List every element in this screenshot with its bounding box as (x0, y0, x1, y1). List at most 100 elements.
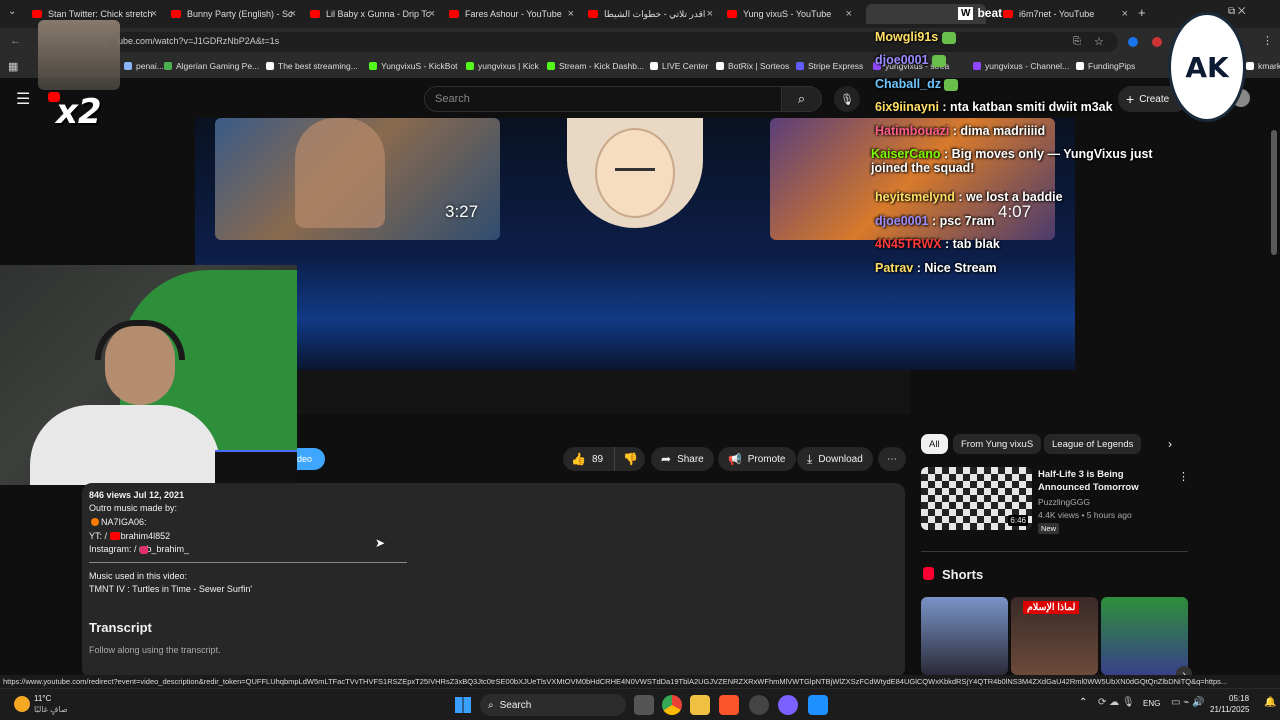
bookmark-item[interactable]: penai... (124, 61, 164, 71)
subscribe-button-fragment[interactable]: deo (297, 448, 325, 470)
browser-tab[interactable]: اقدر تلاتي - خطوات الشيطا × (588, 4, 713, 24)
close-tab-icon[interactable]: × (1122, 8, 1128, 20)
bookmark-item[interactable]: LIVE Center (650, 61, 708, 71)
bookmark-item[interactable]: kmarks (1246, 61, 1280, 71)
tray-chevron-icon[interactable]: ⌃ (1079, 697, 1087, 708)
dislike-button[interactable]: 👎 (615, 452, 638, 466)
share-button[interactable]: ➦ Share (651, 447, 714, 471)
bookmark-favicon-icon (124, 62, 132, 70)
youtube-favicon-icon (32, 10, 42, 18)
tab-label: Bunny Party (English) - Sc (187, 9, 293, 19)
chat-username: Mowgli91s (875, 30, 939, 44)
clock-time[interactable]: 05:18 (1229, 694, 1249, 703)
hamburger-menu-icon[interactable]: ☰ (16, 89, 30, 109)
task-view-icon[interactable] (634, 695, 654, 715)
chip-next-chevron-icon[interactable]: › (1168, 437, 1172, 451)
close-tab-icon[interactable]: × (707, 8, 713, 20)
chip-all[interactable]: All (921, 434, 948, 454)
bookmark-item[interactable]: The best streaming... (266, 61, 358, 71)
scrollbar-thumb[interactable] (1271, 130, 1277, 255)
apps-grid-icon[interactable]: ▦ (8, 60, 18, 73)
bookmark-favicon-icon (547, 62, 555, 70)
chat-text: nta katban smiti dwiit m3ak (950, 100, 1113, 114)
recommendation-title[interactable]: Half-Life 3 is Being Announced Tomorrow (1038, 468, 1174, 494)
like-button[interactable]: 👍 89 (563, 447, 615, 471)
bookmark-item[interactable]: Algerian Gaming Pe... (164, 61, 259, 71)
beat-tag: W beat (958, 6, 1002, 20)
bookmark-favicon-icon (266, 62, 274, 70)
search-button[interactable]: ⌕ (782, 86, 822, 112)
bookmark-item[interactable]: BotRix | Sorteos (716, 61, 789, 71)
short-thumbnail[interactable] (1101, 597, 1188, 675)
shorts-icon (923, 567, 934, 580)
chat-message: 4N45TRWX : tab blak (875, 237, 1000, 251)
bookmark-item[interactable]: Stream - Kick Dashb... (547, 61, 644, 71)
language-indicator[interactable]: ENG (1143, 699, 1160, 708)
close-tab-icon[interactable]: × (568, 8, 574, 20)
tab-label: Fares Ashour - YouTube (465, 9, 562, 19)
network-volume-icons[interactable]: ▭ ⌁ 🔊 (1171, 697, 1204, 708)
bookmark-item[interactable]: Stripe Express (796, 61, 863, 71)
description-line: Outro music made by: (89, 503, 178, 513)
discord-icon[interactable] (778, 695, 798, 715)
endscreen-channel-avatar[interactable] (567, 118, 703, 228)
app-icon[interactable] (808, 695, 828, 715)
search-icon: ⌕ (488, 699, 494, 711)
youtube-favicon-icon (310, 10, 320, 18)
obs-icon[interactable] (749, 695, 769, 715)
close-tab-icon[interactable]: × (429, 8, 435, 20)
recommendation-menu-icon[interactable]: ⋮ (1178, 470, 1189, 483)
new-tab-button[interactable]: + (1138, 5, 1146, 20)
extension-icon[interactable] (1152, 37, 1162, 47)
browser-tab[interactable]: Bunny Party (English) - Sc × (171, 4, 296, 24)
youtube-link-icon (110, 532, 120, 540)
short-thumbnail[interactable]: لماذا الإسلام (1011, 597, 1098, 675)
description-link[interactable]: YT: / @ibrahim4l852 (89, 531, 170, 541)
file-explorer-icon[interactable] (690, 695, 710, 715)
browser-tab[interactable]: Fares Ashour - YouTube × (449, 4, 574, 24)
install-icon[interactable]: ⎘ (1073, 36, 1081, 47)
recommendation-channel[interactable]: PuzzlingGGG (1038, 497, 1090, 507)
back-icon[interactable]: ← (10, 35, 21, 47)
brave-icon[interactable] (719, 695, 739, 715)
chat-separator: : (913, 261, 925, 275)
notifications-icon[interactable]: 🔔 (1264, 697, 1276, 708)
taskbar-search[interactable]: ⌕ Search (480, 694, 626, 716)
chrome-icon[interactable] (662, 695, 682, 715)
endscreen-video-left[interactable]: 3:27 (215, 118, 500, 240)
tab-menu-chevron-icon[interactable]: ⌄ (8, 6, 16, 17)
chip-from-channel[interactable]: From Yung vixuS (953, 434, 1042, 454)
search-input[interactable]: Search (424, 86, 782, 112)
browser-tab[interactable]: Lil Baby x Gunna - Drip Tc × (310, 4, 435, 24)
short-overlay-text: لماذا الإسلام (1023, 601, 1080, 614)
window-controls[interactable]: ⧉ ✕ (1228, 6, 1246, 17)
close-tab-icon[interactable]: × (290, 8, 296, 20)
download-button[interactable]: ⤓ Download (797, 447, 873, 471)
browser-tab[interactable]: Yung vixuS - YouTube × (727, 4, 852, 24)
more-actions-button[interactable]: ⋯ (878, 447, 906, 471)
like-count: 89 (591, 453, 604, 465)
bookmark-star-icon[interactable]: ☆ (1094, 35, 1104, 48)
chip-league-of-legends[interactable]: League of Legends (1044, 434, 1142, 454)
bookmark-item[interactable]: YungvixuS - KickBot (369, 61, 458, 71)
bookmark-item[interactable]: yungvixus - Channel... (973, 61, 1069, 71)
windows-start-icon[interactable] (455, 697, 471, 713)
voice-search-button[interactable]: 🎙 (834, 86, 860, 112)
bookmark-item[interactable]: yungvixus | Kick (466, 61, 539, 71)
weather-icon[interactable] (14, 696, 30, 712)
close-tab-icon[interactable]: × (151, 8, 157, 20)
bookmark-item[interactable]: FundingPips (1076, 61, 1135, 71)
browser-tab[interactable]: i6m7net - YouTube × (1003, 4, 1128, 24)
extension-icon[interactable] (1128, 37, 1138, 47)
chat-text: tab blak (952, 237, 1000, 251)
menu-kebab-icon[interactable]: ⋮ (1262, 34, 1273, 47)
youtube-favicon-icon (588, 10, 598, 18)
emote-icon (932, 54, 946, 67)
clock-date[interactable]: 21/11/2025 (1210, 705, 1249, 714)
short-thumbnail[interactable] (921, 597, 1008, 675)
recommendation-thumbnail[interactable]: 6:46 (921, 467, 1032, 530)
close-tab-icon[interactable]: × (846, 8, 852, 20)
chat-username: heyitsmelynd (875, 190, 955, 204)
promote-button[interactable]: 📢 Promote (718, 447, 796, 471)
tray-icons[interactable]: ⟳ ☁ 🎙 (1098, 697, 1135, 708)
